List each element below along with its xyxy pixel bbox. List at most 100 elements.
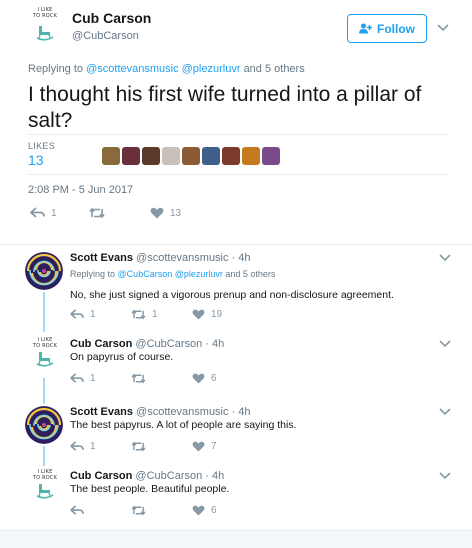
tweet-timestamp[interactable]: 2:08 PM - 5 Jun 2017 <box>28 184 133 196</box>
like-button[interactable]: 13 <box>150 207 181 219</box>
reply-time[interactable]: · 4h <box>232 252 251 264</box>
follow-label: Follow <box>377 21 415 36</box>
reply-count: 1 <box>90 309 96 320</box>
liker-avatars <box>102 147 280 165</box>
like-button[interactable]: 19 <box>192 309 222 320</box>
like-count: 6 <box>211 505 217 516</box>
likes-count[interactable]: 13 <box>28 152 44 168</box>
like-button[interactable]: 6 <box>192 373 217 384</box>
heart-icon <box>192 373 205 384</box>
author-name[interactable]: Cub Carson <box>70 470 132 482</box>
liker-avatar[interactable] <box>222 147 240 165</box>
reply-tweet: I LIKE TO ROCK Cub Carson @CubCarson · 4h T… <box>0 469 472 536</box>
liker-avatar[interactable] <box>202 147 220 165</box>
reply-tweet: I LIKE TO ROCK Cub Carson @CubCarson · 4h O… <box>0 337 472 404</box>
retweet-button[interactable] <box>131 373 152 384</box>
author-handle[interactable]: @CubCarson <box>135 470 202 482</box>
author-avatar[interactable]: I LIKE TO ROCK <box>28 469 62 506</box>
reply-tweet: Scott Evans @scottevansmusic · 4h The bes… <box>0 406 472 472</box>
replying-prefix: Replying to <box>28 63 84 75</box>
retweet-button[interactable]: 1 <box>131 309 158 320</box>
tweet-text: I thought his first wife turned into a p… <box>28 83 422 132</box>
reply-button[interactable]: 1 <box>30 207 57 219</box>
reply-button[interactable] <box>70 505 90 516</box>
reply-time[interactable]: · 4h <box>205 470 224 482</box>
tweet-menu-button[interactable] <box>437 24 449 34</box>
reply-button[interactable]: 1 <box>70 309 96 320</box>
author-name[interactable]: Scott Evans <box>70 406 133 418</box>
author-avatar[interactable] <box>25 252 63 290</box>
retweet-button[interactable] <box>131 505 152 516</box>
reply-icon <box>30 207 45 218</box>
tweet-menu-button[interactable] <box>439 254 451 264</box>
liker-avatar[interactable] <box>262 147 280 165</box>
author-handle[interactable]: @CubCarson <box>135 338 202 350</box>
reply-tweet: Scott Evans @scottevansmusic · 4h Replyin… <box>0 252 472 320</box>
retweet-icon <box>131 441 146 452</box>
bottom-bar <box>0 530 472 548</box>
author-name[interactable]: Scott Evans <box>70 252 133 264</box>
like-count: 6 <box>211 373 217 384</box>
heart-icon <box>192 309 205 320</box>
retweet-icon <box>131 373 146 384</box>
reply-time[interactable]: · 4h <box>205 338 224 350</box>
author-avatar[interactable]: I LIKE TO ROCK <box>28 337 62 374</box>
author-handle[interactable]: @scottevansmusic <box>136 406 228 418</box>
reply-button[interactable]: 1 <box>70 441 96 452</box>
divider <box>28 174 448 175</box>
reply-header: Scott Evans @scottevansmusic · 4h <box>70 406 251 418</box>
reply-text: On papyrus of course. <box>70 351 174 363</box>
reply-icon <box>70 309 84 319</box>
reply-header: Cub Carson @CubCarson · 4h <box>70 338 224 350</box>
rocking-chair-icon <box>36 352 54 367</box>
likes-label: LIKES <box>28 141 56 151</box>
replying-users-link[interactable]: @scottevansmusic @plezurluvr <box>86 63 240 75</box>
follow-button[interactable]: Follow <box>347 14 427 43</box>
replying-to: Replying to @CubCarson @plezurluvr and 5… <box>70 269 275 279</box>
chevron-down-icon <box>437 24 449 32</box>
reply-header: Scott Evans @scottevansmusic · 4h <box>70 252 251 264</box>
spiral-icon <box>25 252 63 290</box>
reply-time[interactable]: · 4h <box>232 406 251 418</box>
liker-avatar[interactable] <box>182 147 200 165</box>
rocking-chair-icon <box>36 484 54 499</box>
tweet-menu-button[interactable] <box>439 340 451 350</box>
retweet-icon <box>131 309 146 320</box>
author-handle[interactable]: @CubCarson <box>72 30 139 42</box>
retweet-icon <box>131 505 146 516</box>
retweet-count: 1 <box>152 309 158 320</box>
chevron-down-icon <box>439 408 451 416</box>
reply-icon <box>70 373 84 383</box>
reply-text: The best people. Beautiful people. <box>70 483 230 495</box>
retweet-icon <box>89 207 105 219</box>
like-button[interactable]: 7 <box>192 441 217 452</box>
like-count: 13 <box>170 207 182 219</box>
replying-suffix[interactable]: and 5 others <box>225 269 275 279</box>
replying-prefix: Replying to <box>70 269 116 279</box>
liker-avatar[interactable] <box>242 147 260 165</box>
author-handle[interactable]: @scottevansmusic <box>136 252 228 264</box>
tweet-menu-button[interactable] <box>439 408 451 418</box>
liker-avatar[interactable] <box>162 147 180 165</box>
author-avatar[interactable]: I LIKE TO ROCK <box>28 7 62 46</box>
liker-avatar[interactable] <box>122 147 140 165</box>
heart-icon <box>192 441 205 452</box>
chevron-down-icon <box>439 340 451 348</box>
author-name[interactable]: Cub Carson <box>70 338 132 350</box>
reply-count: 1 <box>90 441 96 452</box>
retweet-button[interactable] <box>89 207 111 219</box>
author-name[interactable]: Cub Carson <box>72 10 151 26</box>
reply-button[interactable]: 1 <box>70 373 96 384</box>
liker-avatar[interactable] <box>142 147 160 165</box>
replying-suffix[interactable]: and 5 others <box>244 63 305 75</box>
heart-icon <box>192 505 205 516</box>
replying-users-link[interactable]: @CubCarson @plezurluvr <box>118 269 223 279</box>
like-button[interactable]: 6 <box>192 505 217 516</box>
author-avatar[interactable] <box>25 406 63 444</box>
tweet-menu-button[interactable] <box>439 472 451 482</box>
liker-avatar[interactable] <box>102 147 120 165</box>
reply-icon <box>70 505 84 515</box>
retweet-button[interactable] <box>131 441 152 452</box>
spiral-icon <box>25 406 63 444</box>
reply-header: Cub Carson @CubCarson · 4h <box>70 470 224 482</box>
